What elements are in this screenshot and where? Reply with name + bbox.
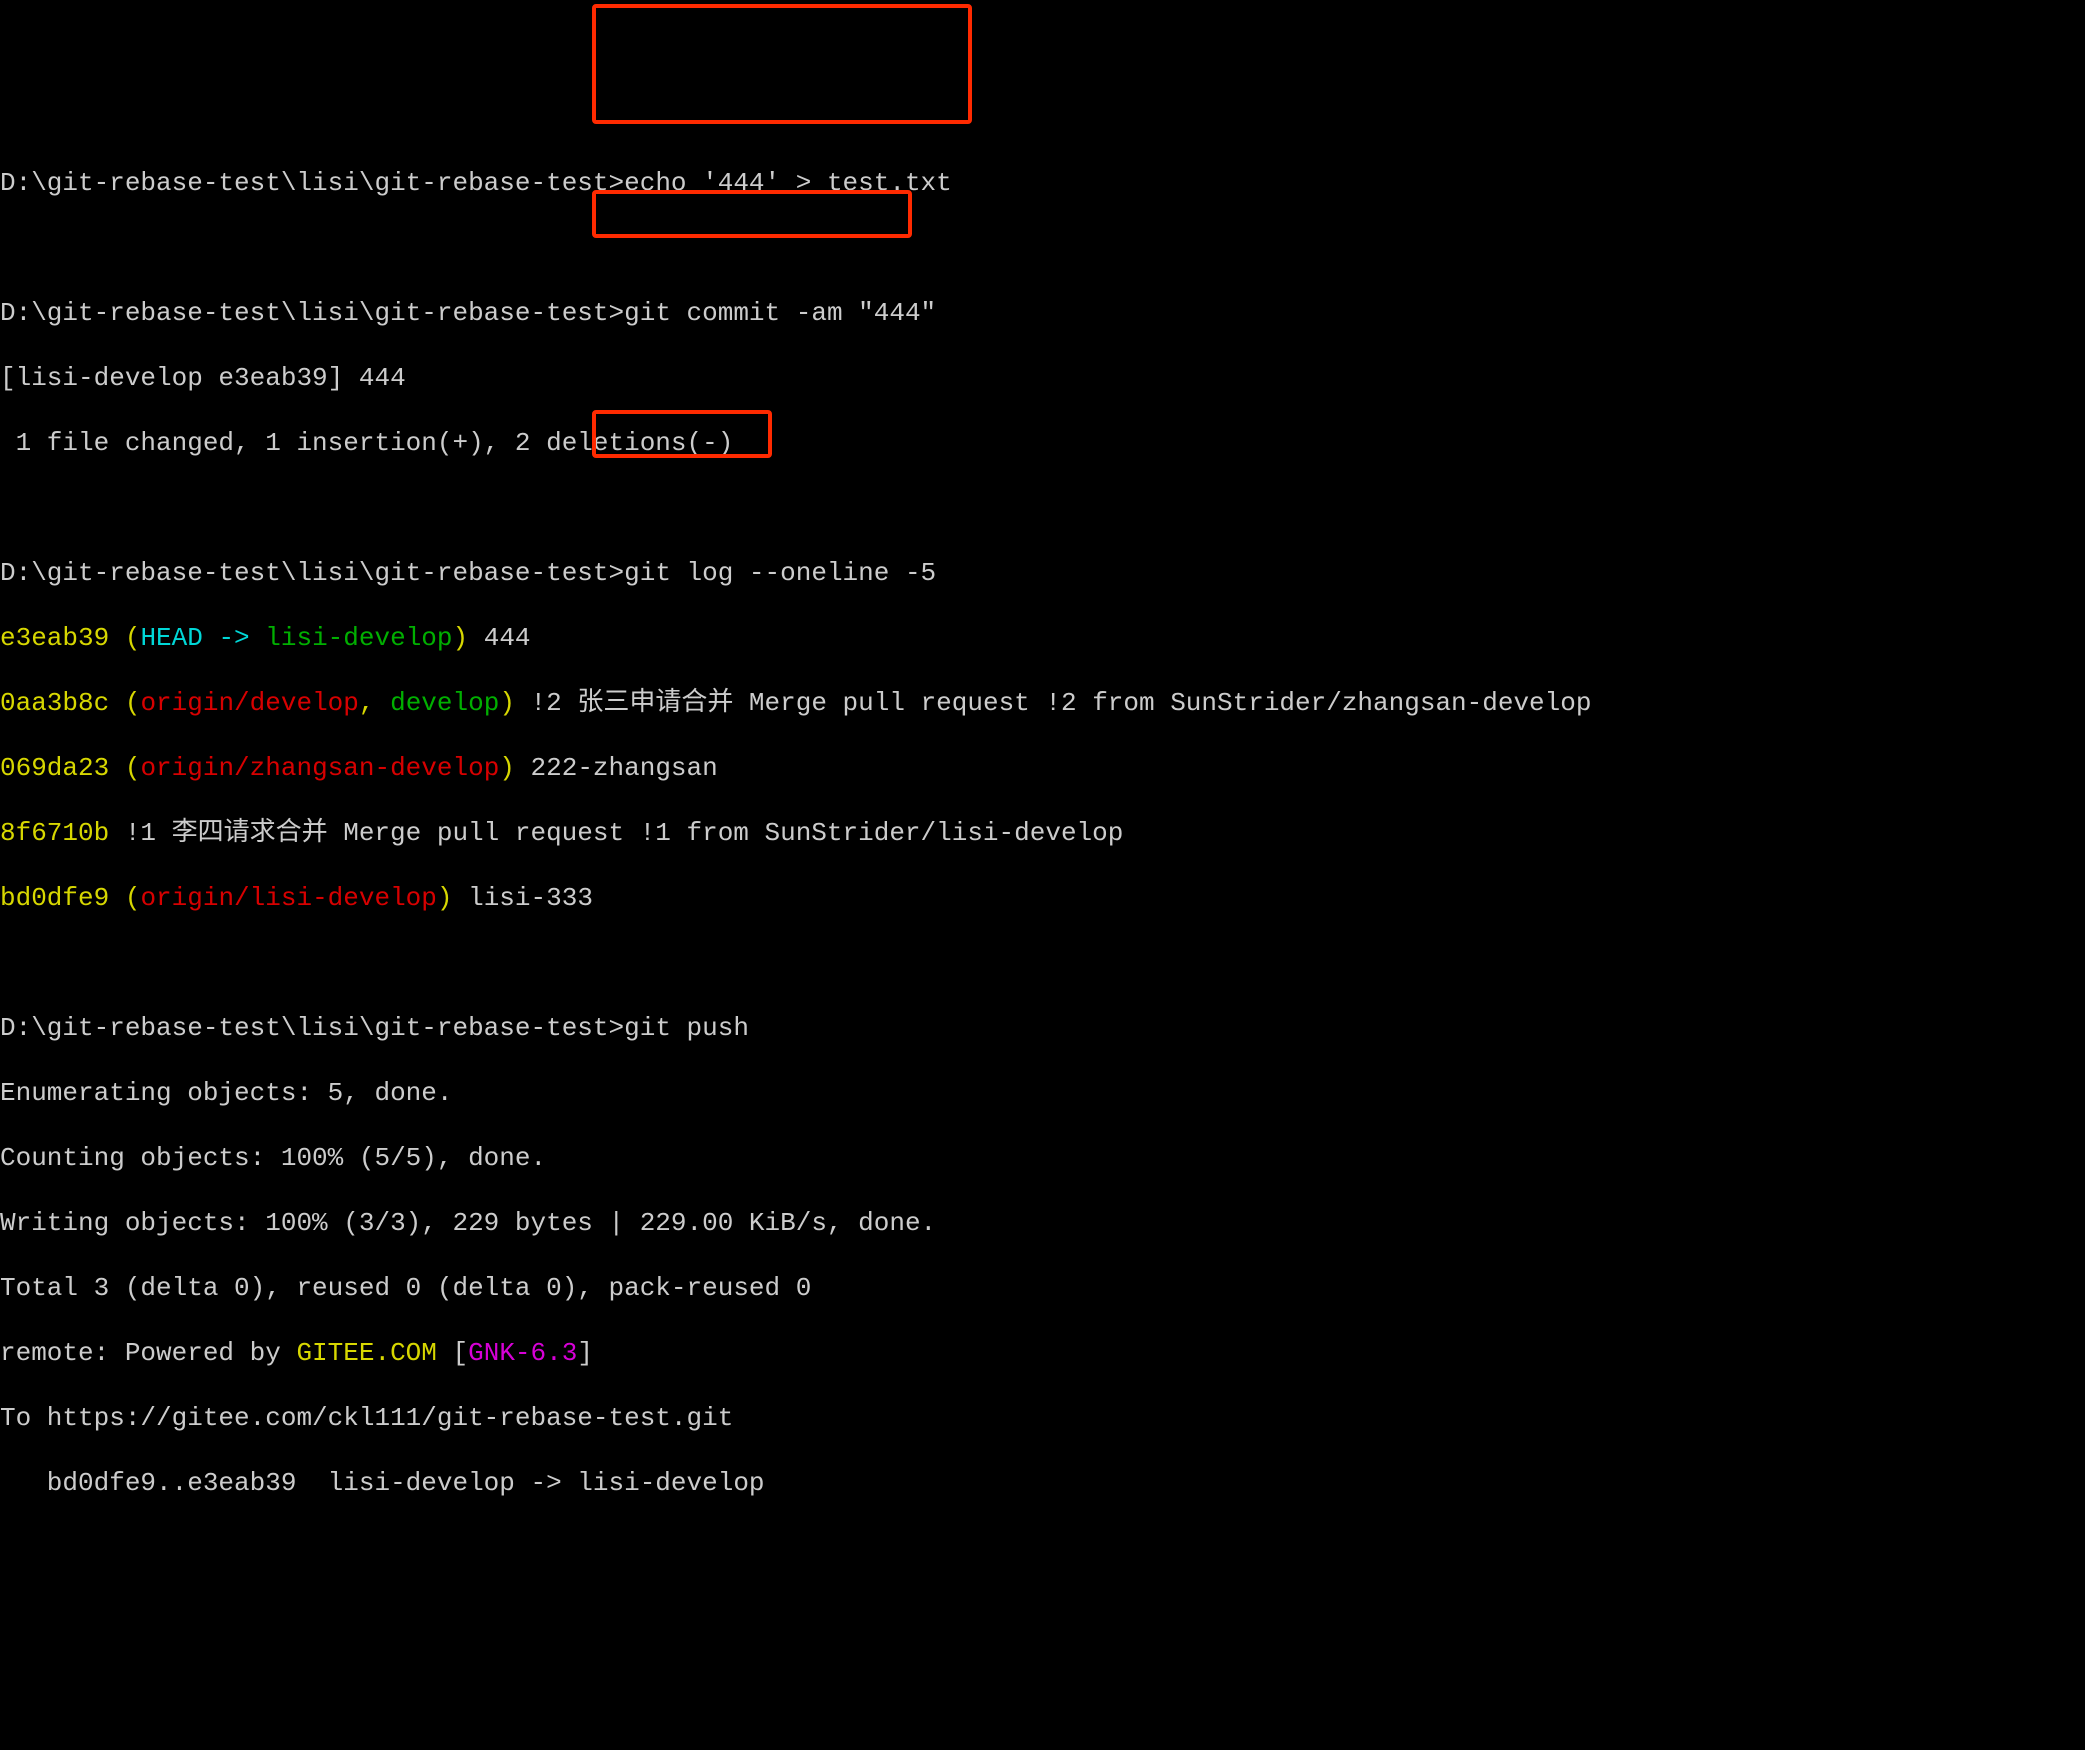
prompt-1: D:\git-rebase-test\lisi\git-rebase-test>	[0, 168, 624, 198]
paren-close: )	[437, 883, 453, 913]
commit-msg: 444	[468, 623, 530, 653]
blank-2	[0, 492, 2085, 525]
paren-close: )	[453, 623, 469, 653]
branch-ref: lisi-develop	[265, 623, 452, 653]
commit-msg: lisi-333	[453, 883, 593, 913]
blank-3	[0, 947, 2085, 980]
remote-mid: [	[437, 1338, 468, 1368]
prompt-line-4: D:\git-rebase-test\lisi\git-rebase-test>…	[0, 1012, 2085, 1045]
log-row-2: 0aa3b8c (origin/develop, develop) !2 张三申…	[0, 687, 2085, 720]
highlight-box-1	[592, 4, 972, 124]
push-out-1: Enumerating objects: 5, done.	[0, 1077, 2085, 1110]
log-row-1: e3eab39 (HEAD -> lisi-develop) 444	[0, 622, 2085, 655]
prompt-4: D:\git-rebase-test\lisi\git-rebase-test>	[0, 1013, 624, 1043]
commit-hash: 0aa3b8c	[0, 688, 109, 718]
paren-open: (	[109, 623, 140, 653]
prompt-line-2: D:\git-rebase-test\lisi\git-rebase-test>…	[0, 297, 2085, 330]
comma: ,	[359, 688, 390, 718]
cmd-echo: echo '444' > test.txt	[624, 168, 952, 198]
gitee-text: GITEE.COM	[296, 1338, 436, 1368]
push-out-2: Counting objects: 100% (5/5), done.	[0, 1142, 2085, 1175]
gnk-version: GNK-6.3	[468, 1338, 577, 1368]
log-row-4: 8f6710b !1 李四请求合并 Merge pull request !1 …	[0, 817, 2085, 850]
commit-out-1: [lisi-develop e3eab39] 444	[0, 362, 2085, 395]
push-out-3: Writing objects: 100% (3/3), 229 bytes |…	[0, 1207, 2085, 1240]
head-ref: HEAD ->	[140, 623, 265, 653]
push-out-7: bd0dfe9..e3eab39 lisi-develop -> lisi-de…	[0, 1467, 2085, 1500]
commit-hash: e3eab39	[0, 623, 109, 653]
push-out-5: remote: Powered by GITEE.COM [GNK-6.3]	[0, 1337, 2085, 1370]
log-row-5: bd0dfe9 (origin/lisi-develop) lisi-333	[0, 882, 2085, 915]
commit-msg: !2 张三申请合并 Merge pull request !2 from Sun…	[515, 688, 1592, 718]
remote-ref: origin/develop	[140, 688, 358, 718]
blank-1	[0, 232, 2085, 265]
cmd-commit: git commit -am "444"	[624, 298, 936, 328]
prompt-2: D:\git-rebase-test\lisi\git-rebase-test>	[0, 298, 624, 328]
commit-msg: 222-zhangsan	[515, 753, 718, 783]
paren-open: (	[109, 753, 140, 783]
terminal-output[interactable]: D:\git-rebase-test\lisi\git-rebase-test>…	[0, 130, 2085, 1536]
paren-open: (	[109, 688, 140, 718]
remote-post: ]	[577, 1338, 593, 1368]
paren-close: )	[499, 688, 515, 718]
paren-open: (	[109, 883, 140, 913]
remote-ref: origin/lisi-develop	[140, 883, 436, 913]
cmd-log: git log --oneline -5	[624, 558, 936, 588]
branch-ref: develop	[390, 688, 499, 718]
cmd-push: git push	[624, 1013, 749, 1043]
log-row-3: 069da23 (origin/zhangsan-develop) 222-zh…	[0, 752, 2085, 785]
prompt-line-1: D:\git-rebase-test\lisi\git-rebase-test>…	[0, 167, 2085, 200]
commit-msg: !1 李四请求合并 Merge pull request !1 from Sun…	[109, 818, 1123, 848]
commit-hash: bd0dfe9	[0, 883, 109, 913]
paren-close: )	[499, 753, 515, 783]
remote-ref: origin/zhangsan-develop	[140, 753, 499, 783]
commit-hash: 8f6710b	[0, 818, 109, 848]
commit-out-2: 1 file changed, 1 insertion(+), 2 deleti…	[0, 427, 2085, 460]
prompt-3: D:\git-rebase-test\lisi\git-rebase-test>	[0, 558, 624, 588]
prompt-line-3: D:\git-rebase-test\lisi\git-rebase-test>…	[0, 557, 2085, 590]
remote-pre: remote: Powered by	[0, 1338, 296, 1368]
commit-hash: 069da23	[0, 753, 109, 783]
push-out-4: Total 3 (delta 0), reused 0 (delta 0), p…	[0, 1272, 2085, 1305]
push-out-6: To https://gitee.com/ckl111/git-rebase-t…	[0, 1402, 2085, 1435]
